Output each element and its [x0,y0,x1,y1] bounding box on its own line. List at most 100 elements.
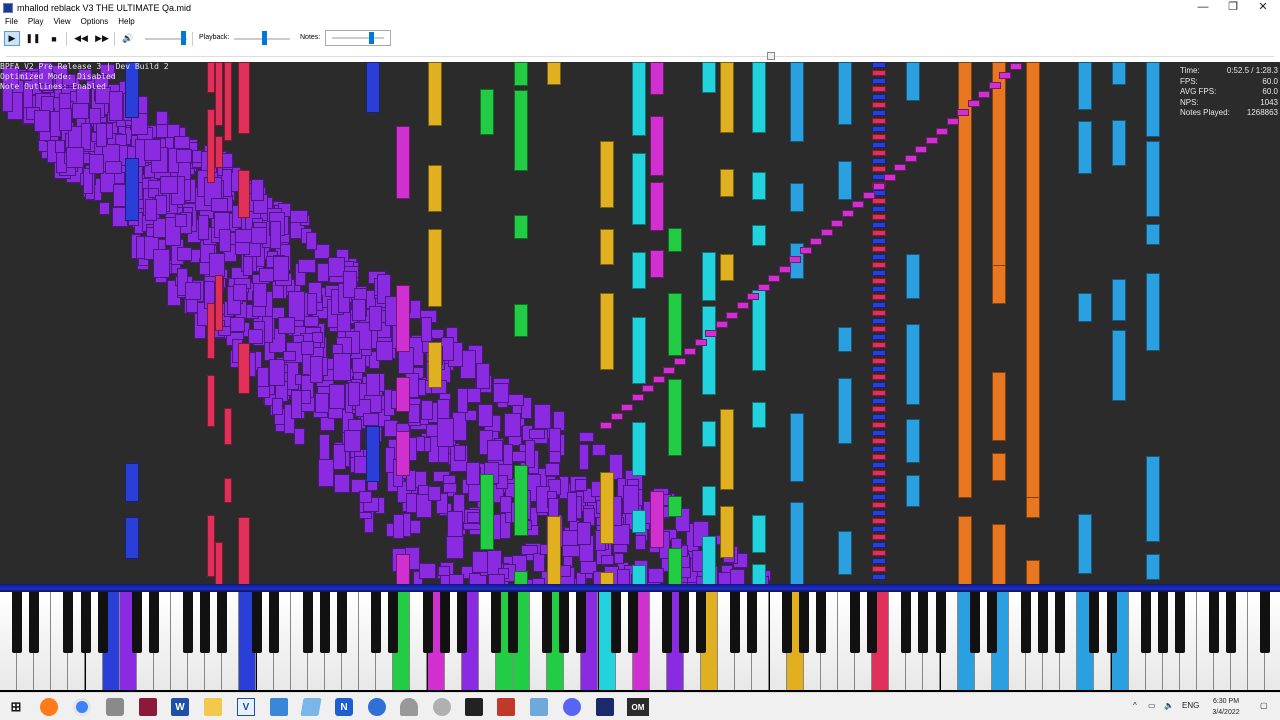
midi-note [757,284,770,291]
midi-note [872,478,886,484]
chrome-icon[interactable] [73,698,91,716]
rewind-button[interactable]: ◀◀ [73,31,89,46]
midi-note [1078,62,1092,110]
paint-icon[interactable] [270,698,288,716]
piano-black-key [12,592,23,653]
word-icon[interactable]: W [171,698,189,716]
midi-note [273,256,290,282]
midi-note [872,318,886,324]
midi-note [449,573,465,584]
discord-icon[interactable] [563,698,581,716]
volume-slider-thumb[interactable] [181,31,186,45]
menu-play[interactable]: Play [23,16,49,28]
midi-note [872,134,886,140]
midi-note [303,316,319,328]
midi-note [838,327,852,353]
menu-file[interactable]: File [0,16,23,28]
stat-value: 1268863 [1246,108,1278,117]
volume-icon[interactable]: 🔊 [120,31,136,46]
toolbar-separator [192,32,193,46]
midi-note [352,298,367,322]
midi-note [872,526,886,532]
piano-black-key [610,592,621,653]
piano-black-key [388,592,399,653]
om-icon[interactable]: OM [627,698,649,716]
network-icon[interactable]: ▭ [1148,701,1156,710]
midi-note [88,153,105,174]
midi-note [872,542,886,548]
midi-note [224,62,232,142]
language-indicator[interactable]: ENG [1182,701,1199,710]
winrar-icon[interactable] [139,698,157,716]
notes-slider-thumb[interactable] [369,32,374,44]
pause-button[interactable]: ❚❚ [25,31,41,46]
minimize-button[interactable]: — [1188,0,1218,16]
midi-note [906,254,920,300]
midi-note [1112,279,1126,321]
midi-note [396,554,410,584]
midi-note [650,62,664,95]
midi-note [872,310,886,316]
midi-note [600,422,612,429]
midi-note [694,339,707,347]
midi-note [872,62,886,68]
midi-note [872,382,886,388]
piano-black-key [490,592,501,653]
midi-note [125,517,139,560]
clock[interactable]: 6:30 PM 3/4/2022 [1206,696,1246,718]
piano-black-key [542,592,553,653]
tray-chevron-icon[interactable]: ^ [1133,701,1137,710]
s-app-icon[interactable] [368,698,386,716]
midi-note [224,407,232,446]
pen-icon[interactable] [400,698,418,716]
play-button[interactable]: ▶ [4,31,20,46]
fast-forward-button[interactable]: ▶▶ [94,31,110,46]
puzzle-icon[interactable] [497,698,515,716]
midi-note [233,284,248,302]
explorer-icon[interactable] [106,698,124,716]
midi-note [437,417,455,448]
terminal-icon[interactable] [465,698,483,716]
midi-note [160,176,179,194]
notes-slider[interactable] [325,30,391,46]
stop-button[interactable]: ■ [46,31,62,46]
midi-note [946,118,959,126]
notifications-icon[interactable]: ▢ [1260,701,1268,710]
midi-note [359,491,372,504]
vegas-icon[interactable]: V [237,698,255,716]
midi-note [1112,330,1126,401]
ball-icon[interactable] [433,698,451,716]
midi-note [600,571,614,584]
piano-black-key [627,592,638,653]
midi-note [366,425,380,482]
midi-note [514,304,528,337]
close-button[interactable]: ✕ [1248,0,1278,16]
notepad-icon[interactable] [530,698,548,716]
scripts-icon[interactable] [300,698,322,716]
start-icon[interactable]: ⊞ [7,698,25,716]
maximize-button[interactable]: ❐ [1218,0,1248,16]
playback-slider-thumb[interactable] [262,31,267,45]
midi-note [925,136,938,144]
piano-black-key [371,592,382,653]
notes-label: Notes: [300,34,321,41]
firefox-icon[interactable] [40,698,58,716]
piano-black-key [986,592,997,653]
progress-thumb[interactable] [766,52,775,60]
files-icon[interactable] [204,698,222,716]
speaker-icon[interactable]: 🔈 [1164,701,1174,710]
piano-black-key [559,592,570,653]
menu-options[interactable]: Options [76,16,114,28]
midi-note [250,227,267,245]
menu-view[interactable]: View [48,16,75,28]
midi-note [317,262,329,283]
menu-help[interactable]: Help [113,16,139,28]
midi-note [632,509,646,533]
midi-note [1146,456,1160,543]
midi-note [720,409,734,490]
piano-icon[interactable] [596,698,614,716]
notes-slider-track[interactable] [332,37,384,39]
midi-note [218,228,231,252]
n-app-icon[interactable]: N [335,698,353,716]
song-progress-bar[interactable] [0,50,1280,62]
